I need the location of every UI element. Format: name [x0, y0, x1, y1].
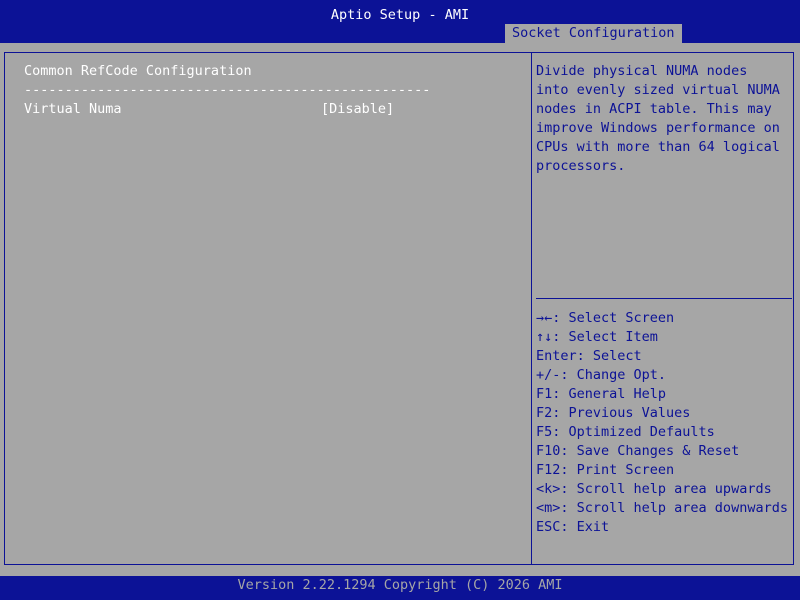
help-line: CPUs with more than 64 logical — [536, 139, 780, 155]
help-line: into evenly sized virtual NUMA — [536, 82, 780, 98]
section-title: Common RefCode Configuration — [24, 63, 252, 79]
key-select-screen: →←: Select Screen — [536, 310, 675, 326]
key-scroll-down: <m>: Scroll help area downwards — [536, 500, 788, 516]
help-line: improve Windows performance on — [536, 120, 780, 136]
help-line: Divide physical NUMA nodes — [536, 63, 748, 79]
help-line: nodes in ACPI table. This may — [536, 101, 772, 117]
key-general-help: F1: General Help — [536, 386, 667, 402]
tab-socket-configuration[interactable]: Socket Configuration — [505, 24, 682, 43]
key-previous-values: F2: Previous Values — [536, 405, 691, 421]
key-legend: →←: Select Screen ↑↓: Select Item Enter:… — [536, 309, 792, 537]
footer-bar: Version 2.22.1294 Copyright (C) 2026 AMI — [0, 576, 800, 600]
key-select-item: ↑↓: Select Item — [536, 329, 658, 345]
key-scroll-up: <k>: Scroll help area upwards — [536, 481, 772, 497]
key-exit: ESC: Exit — [536, 519, 610, 535]
key-enter: Enter: Select — [536, 348, 642, 364]
version-text: Version 2.22.1294 Copyright (C) 2026 AMI — [237, 577, 563, 593]
app-title: Aptio Setup - AMI — [330, 7, 470, 23]
help-panel: Divide physical NUMA nodes into evenly s… — [536, 62, 786, 176]
title-bar: Aptio Setup - AMI Socket Configuration — [0, 0, 800, 43]
help-divider — [536, 298, 792, 299]
setting-value[interactable]: [Disable] — [321, 100, 394, 119]
setting-virtual-numa[interactable]: Virtual Numa [Disable] — [24, 100, 504, 119]
key-optimized-defaults: F5: Optimized Defaults — [536, 424, 715, 440]
section-separator: ----------------------------------------… — [24, 82, 431, 98]
key-print-screen: F12: Print Screen — [536, 462, 675, 478]
key-save-reset: F10: Save Changes & Reset — [536, 443, 740, 459]
panel-divider — [531, 52, 532, 565]
help-line: processors. — [536, 158, 626, 174]
setting-label: Virtual Numa — [24, 101, 122, 117]
key-change-opt: +/-: Change Opt. — [536, 367, 667, 383]
